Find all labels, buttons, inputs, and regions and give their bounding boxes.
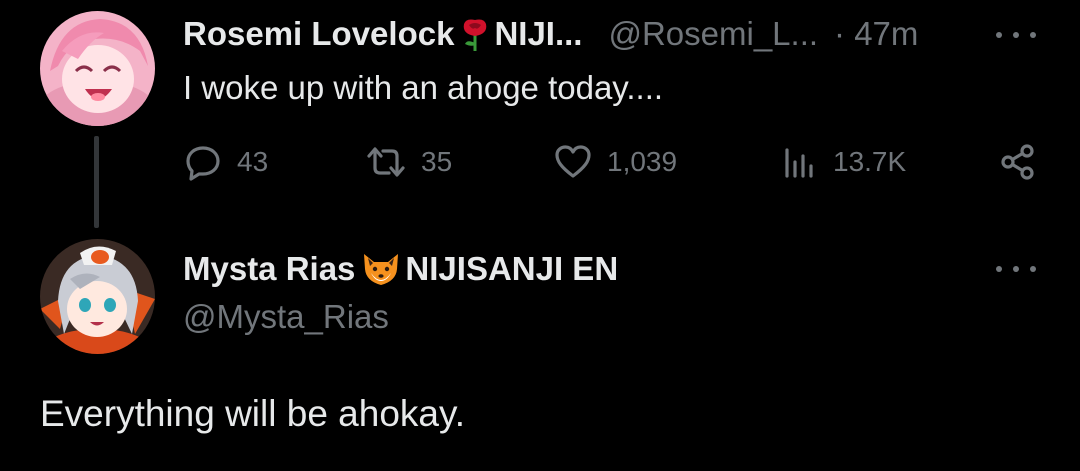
more-dot	[996, 266, 1002, 272]
more-dot	[1013, 266, 1019, 272]
tweet-timestamp[interactable]: · 47m	[834, 14, 918, 54]
more-dot	[1030, 32, 1036, 38]
retweet-count: 35	[421, 146, 453, 177]
share-button[interactable]	[998, 140, 1038, 184]
reply-button[interactable]: 43	[183, 140, 268, 184]
more-dot	[1030, 266, 1036, 272]
avatar[interactable]	[40, 239, 155, 354]
more-dot	[996, 32, 1002, 38]
tweet-thread: Rosemi Lovelock NIJI... @Rosemi_L... · 4…	[0, 0, 1080, 471]
author-handle[interactable]: @Mysta_Rias	[183, 297, 389, 337]
tweet-actions: 43 35 1,039 13.7K	[183, 140, 1043, 184]
share-icon	[998, 142, 1038, 182]
reply-header: Mysta Rias NIJISANJI EN	[183, 249, 618, 289]
tweet-header: Rosemi Lovelock NIJI... @Rosemi_L... · 4…	[183, 14, 918, 54]
reply-count: 43	[237, 146, 269, 177]
author-handle[interactable]: @Rosemi_L...	[608, 14, 818, 54]
retweet-icon	[365, 142, 407, 182]
more-options-button[interactable]	[996, 259, 1036, 279]
author-affiliation: NIJI...	[494, 15, 583, 52]
views-count: 13.7K	[833, 146, 907, 177]
author-name[interactable]: Rosemi Lovelock	[183, 14, 454, 54]
heart-icon	[553, 142, 593, 182]
author-name[interactable]: Mysta Rias	[183, 249, 355, 289]
fox-icon	[361, 251, 401, 287]
reply-icon	[183, 142, 223, 182]
reply-text: Everything will be ahokay.	[40, 393, 466, 434]
avatar[interactable]	[40, 11, 155, 126]
more-dot	[1013, 32, 1019, 38]
thread-connector-line	[94, 136, 99, 228]
tweet-text: I woke up with an ahoge today....	[183, 69, 664, 106]
views-button[interactable]: 13.7K	[779, 140, 906, 184]
more-options-button[interactable]	[996, 25, 1036, 45]
like-button[interactable]: 1,039	[553, 140, 677, 184]
like-count: 1,039	[607, 146, 678, 177]
views-chart-icon	[779, 142, 819, 182]
rose-icon	[460, 16, 490, 52]
retweet-button[interactable]: 35	[365, 140, 452, 184]
author-affiliation: NIJISANJI EN	[405, 250, 619, 287]
